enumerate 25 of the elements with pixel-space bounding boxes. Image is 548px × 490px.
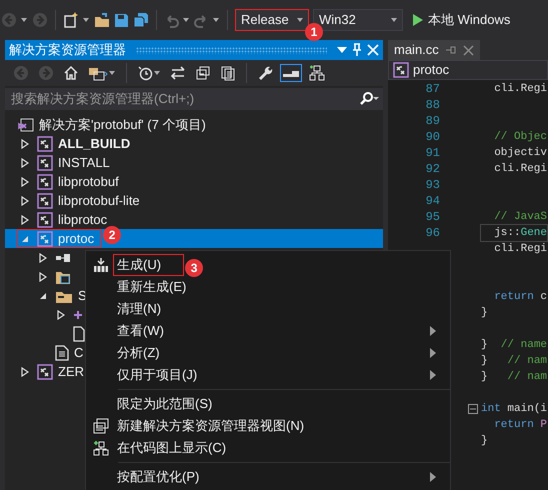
line-number: 90 (424, 129, 441, 146)
code-line: // JavaS (493, 210, 548, 225)
code-line: // Objec (493, 130, 548, 145)
code-line: } // nam (480, 354, 548, 369)
line-number: 89 (424, 113, 441, 130)
line-number: 91 (424, 145, 441, 162)
line-number: 95 (424, 209, 441, 226)
line-number: 92 (424, 161, 441, 178)
code-line: return P (493, 418, 548, 433)
line-number: 88 (424, 97, 441, 114)
line-number: 93 (424, 177, 441, 194)
line-number: 87 (424, 81, 441, 98)
line-number: 96 (424, 225, 441, 242)
panel-title: 解决方案资源管理器 (9, 41, 126, 60)
code-line: return c (493, 290, 548, 305)
code-line: cli.Regi (493, 162, 548, 177)
code-line: } (480, 434, 489, 449)
code-line: objectiv (493, 146, 548, 161)
code-line: } (480, 306, 489, 321)
code-line: } // nam (480, 370, 548, 385)
code-line: cli.Regi (493, 82, 548, 97)
code-line: cli.Regi (493, 242, 548, 257)
code-line: } // name (480, 338, 548, 353)
line-number: 94 (424, 193, 441, 210)
code-line: int main(i (480, 402, 548, 417)
